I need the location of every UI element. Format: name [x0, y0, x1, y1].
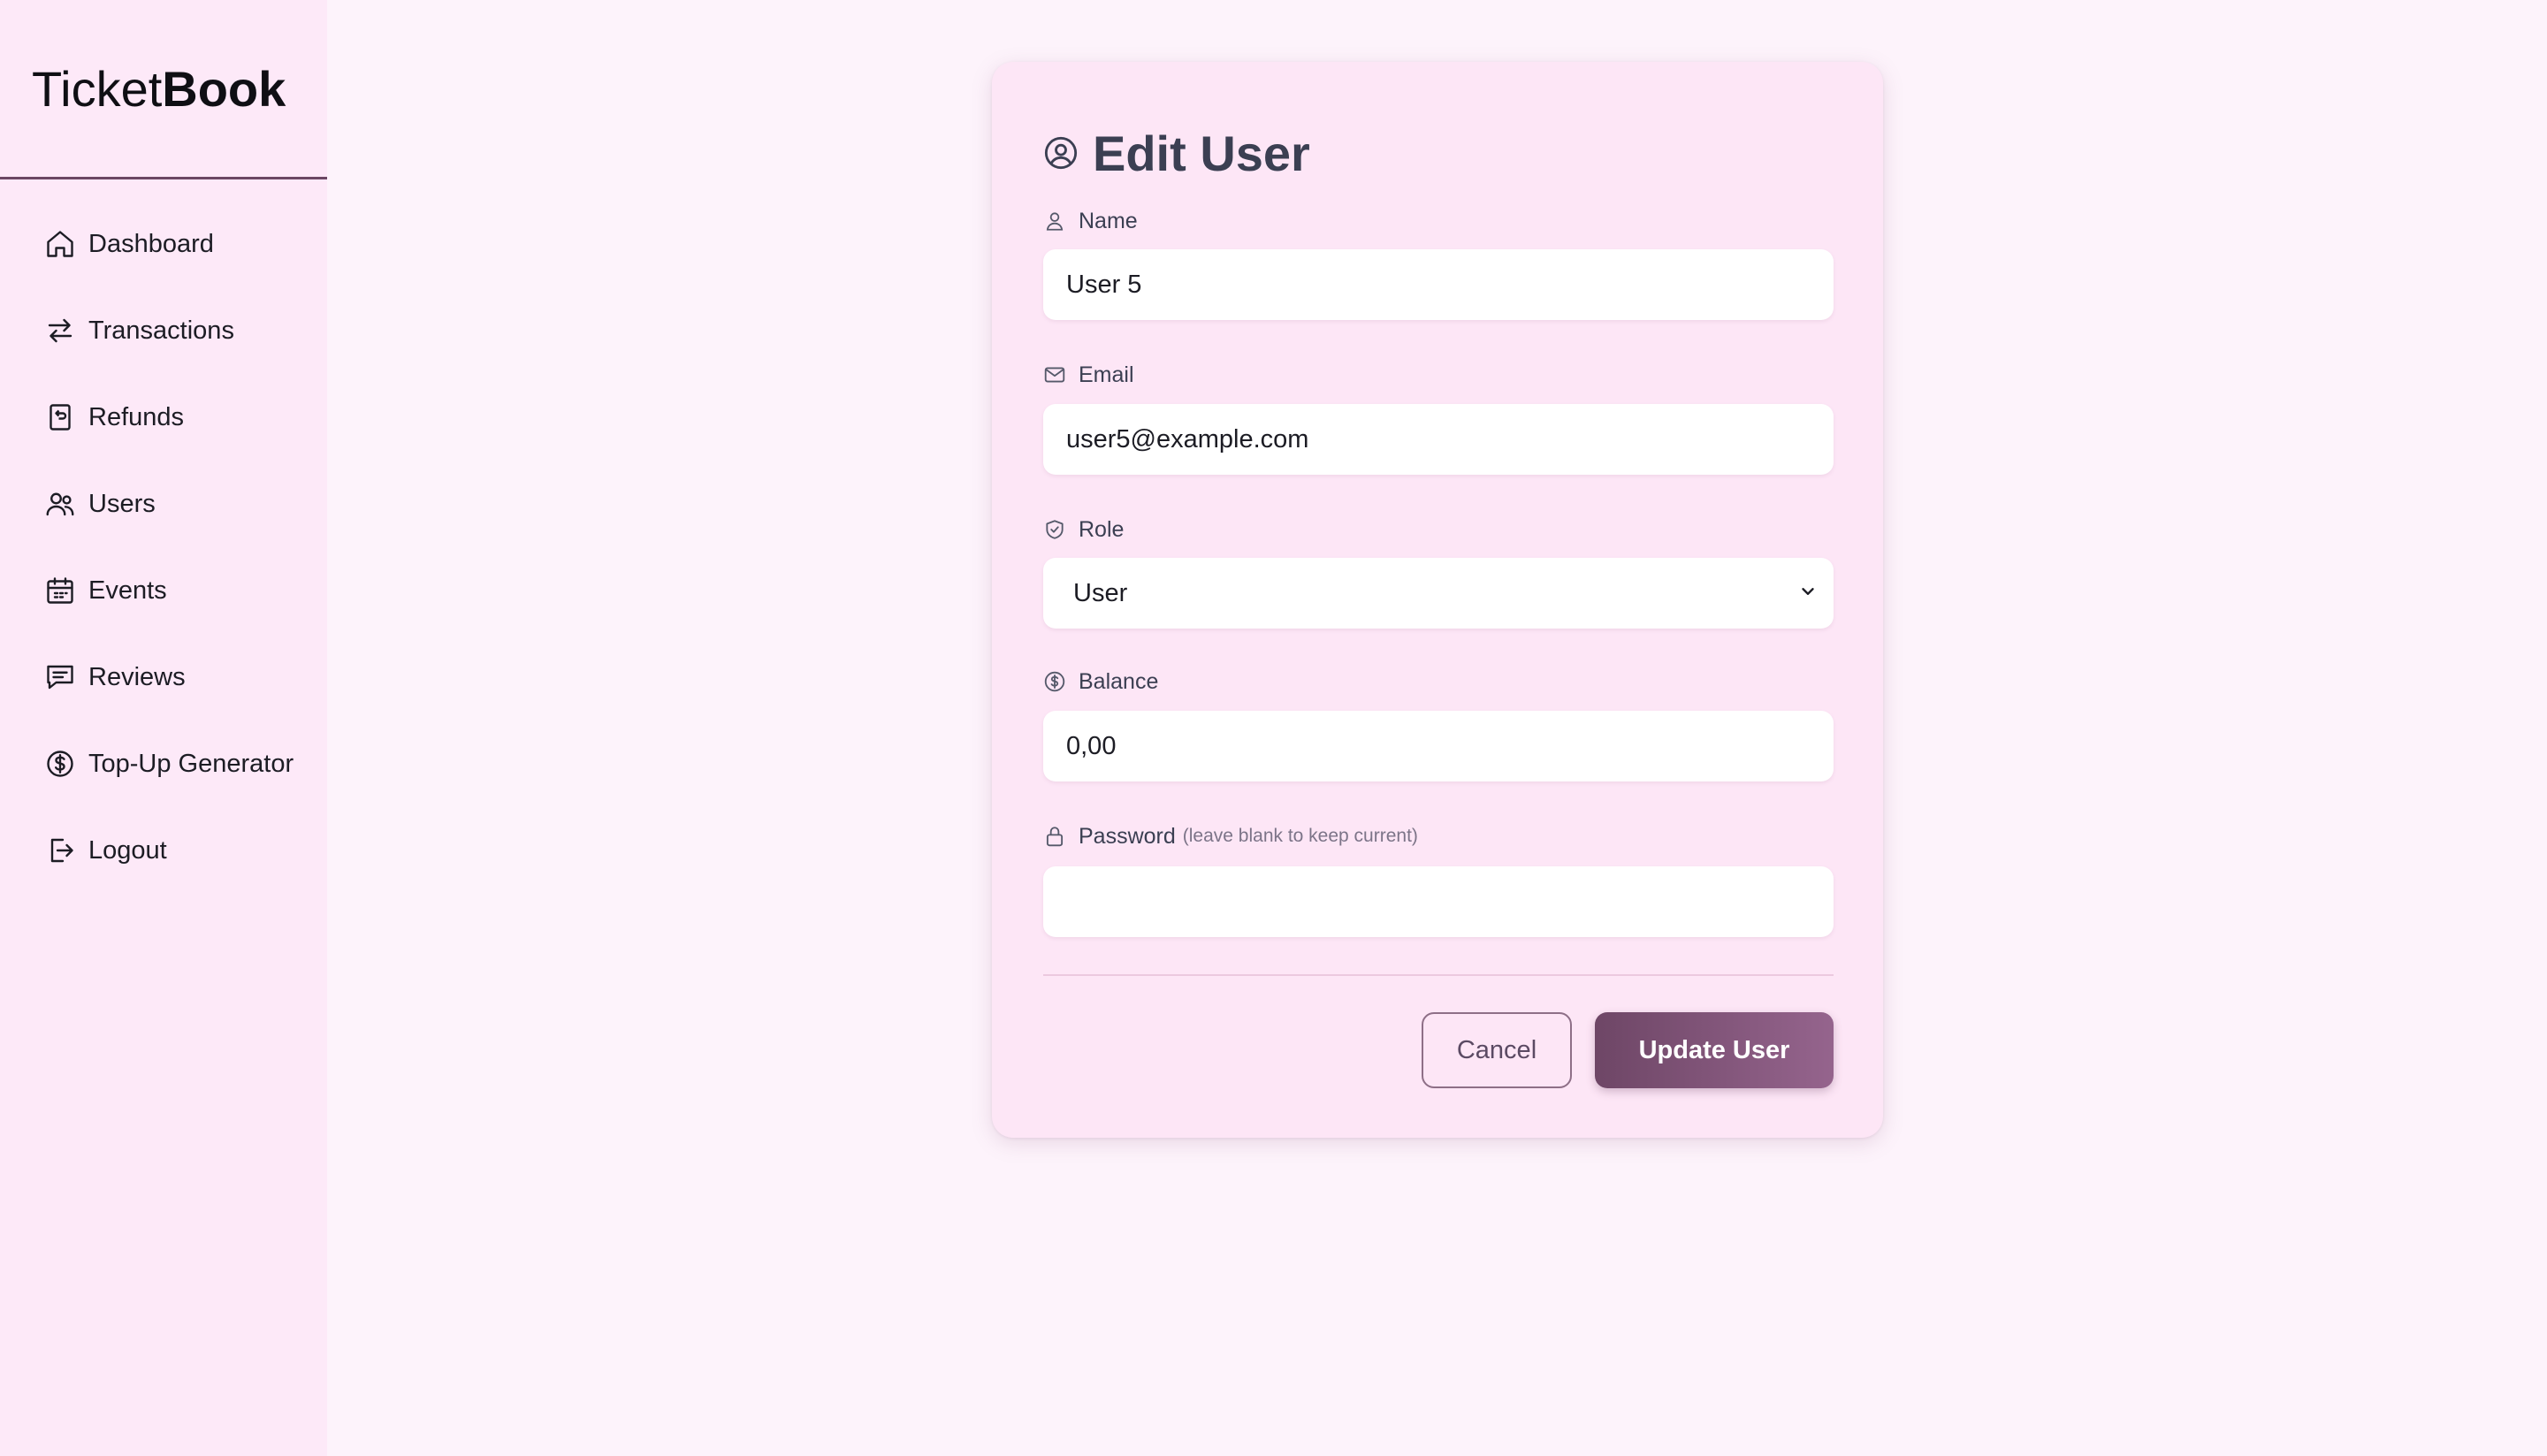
cancel-button[interactable]: Cancel	[1422, 1012, 1572, 1088]
sidebar-item-label: Dashboard	[88, 229, 214, 258]
sidebar-item-label: Refunds	[88, 402, 185, 431]
sidebar-item-transactions[interactable]: Transactions	[44, 304, 234, 357]
sidebar-item-events[interactable]: Events	[44, 564, 167, 617]
role-label-text: Role	[1079, 516, 1125, 542]
role-select[interactable]: User	[1043, 558, 1834, 629]
users-icon	[44, 488, 76, 520]
brand-bold: Book	[162, 60, 286, 117]
email-label: Email	[1043, 357, 1134, 393]
name-label: Name	[1043, 203, 1138, 239]
email-field[interactable]: user5@example.com	[1043, 404, 1834, 475]
balance-label: Balance	[1043, 664, 1158, 699]
shield-check-icon	[1043, 518, 1066, 541]
lock-icon	[1043, 825, 1066, 848]
sidebar-item-label: Top-Up Generator	[88, 749, 294, 778]
home-icon	[44, 228, 76, 260]
sidebar-item-logout[interactable]: Logout	[44, 824, 167, 877]
edit-user-card: Edit User Name User 5 Email user5@exampl…	[992, 62, 1883, 1138]
arrows-swap-icon	[44, 315, 76, 347]
sidebar-item-top-up-generator[interactable]: Top-Up Generator	[44, 737, 294, 790]
password-label: Password (leave blank to keep current)	[1043, 819, 1418, 854]
brand-logo[interactable]: Ticket Book	[0, 0, 327, 179]
sidebar-item-reviews[interactable]: Reviews	[44, 651, 186, 704]
sidebar-item-label: Users	[88, 489, 156, 518]
password-hint: (leave blank to keep current)	[1182, 826, 1418, 846]
balance-field[interactable]: 0,00	[1043, 711, 1834, 781]
sidebar-item-refunds[interactable]: Refunds	[44, 391, 184, 444]
logout-icon	[44, 835, 76, 866]
password-label-text: Password	[1079, 823, 1176, 849]
calendar-icon	[44, 575, 76, 606]
user-circle-icon	[1043, 135, 1079, 171]
name-label-text: Name	[1079, 208, 1138, 233]
sidebar-item-dashboard[interactable]: Dashboard	[44, 217, 214, 271]
sidebar-item-label: Events	[88, 576, 167, 605]
name-field-value: User 5	[1066, 270, 1142, 299]
sidebar-item-label: Transactions	[88, 316, 234, 345]
user-icon	[1043, 210, 1066, 233]
email-label-text: Email	[1079, 362, 1134, 387]
update-user-button[interactable]: Update User	[1595, 1012, 1834, 1088]
email-field-value: user5@example.com	[1066, 424, 1309, 454]
password-field[interactable]	[1043, 866, 1834, 937]
message-icon	[44, 661, 76, 693]
role-select-value: User	[1073, 578, 1128, 607]
balance-label-text: Balance	[1079, 668, 1159, 694]
sidebar-item-label: Reviews	[88, 662, 186, 691]
sidebar-item-label: Logout	[88, 835, 167, 865]
mail-icon	[1043, 363, 1066, 386]
dollar-circle-icon	[1043, 670, 1066, 693]
sidebar-item-users[interactable]: Users	[44, 477, 156, 530]
page-title: Edit User	[1043, 113, 1310, 193]
receipt-refund-icon	[44, 401, 76, 433]
form-divider	[1043, 974, 1834, 976]
balance-field-value: 0,00	[1066, 731, 1117, 760]
role-label: Role	[1043, 512, 1124, 547]
name-field[interactable]: User 5	[1043, 249, 1834, 320]
page-title-text: Edit User	[1093, 125, 1310, 181]
brand-light: Ticket	[32, 60, 163, 117]
dollar-circle-icon	[44, 748, 76, 780]
sidebar: Ticket Book Dashboard Transactions Refund…	[0, 0, 327, 1456]
chevron-down-icon	[1798, 579, 1818, 608]
